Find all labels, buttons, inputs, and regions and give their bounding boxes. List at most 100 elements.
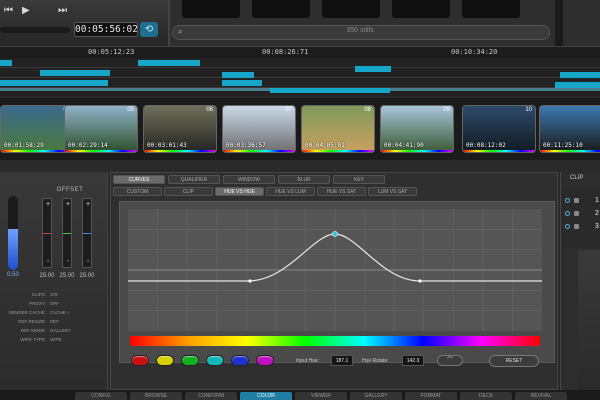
swatch-red[interactable]: [131, 355, 149, 366]
timecode-display: 00:05:56:02: [74, 22, 138, 37]
offset-slider-green[interactable]: + -: [62, 198, 72, 268]
prev-icon[interactable]: ⏮: [4, 5, 13, 16]
curve-tab-custom[interactable]: CUSTOM: [113, 187, 162, 196]
curve-shape-button[interactable]: ⌒: [437, 355, 463, 366]
swatch-cyan[interactable]: [206, 355, 224, 366]
hue-rotate-field[interactable]: 142.3: [402, 355, 424, 366]
clip-timecode: 00:03:01:43: [147, 142, 187, 149]
still-slot[interactable]: [392, 0, 450, 18]
minus-icon[interactable]: -: [63, 257, 73, 266]
play-icon[interactable]: ▶: [22, 5, 30, 16]
plus-icon[interactable]: +: [43, 200, 53, 209]
reset-button[interactable]: RESET: [489, 355, 539, 367]
tab-key[interactable]: KEY: [333, 175, 385, 184]
plus-icon[interactable]: +: [83, 200, 93, 209]
nav-tab-color[interactable]: COLOR: [240, 392, 292, 400]
offset-slider-red[interactable]: + -: [42, 198, 52, 268]
radio-icon[interactable]: [565, 211, 570, 216]
info-key: REF RESIZE:: [18, 319, 46, 324]
lock-icon[interactable]: [574, 198, 579, 203]
clip-panel-scrollbar[interactable]: [578, 250, 600, 390]
still-slot[interactable]: [322, 0, 380, 18]
nav-tab-browse[interactable]: BROWSE: [130, 392, 182, 400]
radio-icon[interactable]: [565, 198, 570, 203]
clip-number: 08: [364, 107, 371, 113]
info-value: CACHE +: [50, 310, 70, 315]
offset-slider-blue[interactable]: + -: [82, 198, 92, 268]
swatch-blue[interactable]: [231, 355, 249, 366]
clip-timecode: 00:04:05:01: [305, 142, 345, 149]
minus-icon[interactable]: -: [43, 257, 53, 266]
curve-point-selected[interactable]: [332, 231, 338, 237]
lock-icon[interactable]: [574, 211, 579, 216]
timeline-track[interactable]: [0, 58, 600, 96]
clip-thumbnail[interactable]: 10 00:08:12:02: [462, 105, 536, 153]
clip-thumbnail[interactable]: 05 00:02:29:14: [64, 105, 138, 153]
master-level-slider[interactable]: [8, 196, 18, 270]
curve-tab-hue-vs-hue[interactable]: HUE VS HUE: [215, 187, 264, 196]
stills-count: 350 stills: [346, 27, 374, 34]
clip-row[interactable]: 1: [563, 196, 600, 206]
clip-thumbnail[interactable]: 1100:11:25:10: [539, 105, 600, 153]
tab-blur[interactable]: BLUR: [278, 175, 330, 184]
next-icon[interactable]: ⏭: [58, 5, 67, 16]
info-value: OFF: [50, 301, 59, 306]
clip-row-number: 3: [595, 223, 599, 230]
nav-tab-deck[interactable]: DECK: [460, 392, 512, 400]
still-slot[interactable]: [182, 0, 240, 18]
input-hue-label: Input Hue:: [296, 358, 320, 364]
tab-curves[interactable]: CURVES: [113, 175, 165, 184]
lock-icon[interactable]: [574, 224, 579, 229]
nav-tab-revival[interactable]: REVIVAL: [515, 392, 567, 400]
nav-tab-format[interactable]: FORMAT: [405, 392, 457, 400]
curve-tab-hue-vs-sat[interactable]: HUE VS SAT: [317, 187, 366, 196]
stills-scrollbar[interactable]: [555, 0, 563, 46]
clip-thumbnail[interactable]: 0400:01:58:29: [0, 105, 74, 153]
nav-tab-config[interactable]: CONFIG: [75, 392, 127, 400]
plus-icon[interactable]: +: [63, 200, 73, 209]
tab-qualifier[interactable]: QUALIFIER: [168, 175, 220, 184]
swatch-green[interactable]: [181, 355, 199, 366]
loop-button[interactable]: ⟲: [140, 22, 158, 37]
clip-number: 07: [285, 107, 292, 113]
offset-value-red: 25.00: [39, 273, 55, 279]
still-slot[interactable]: [252, 0, 310, 18]
info-value: REF: [50, 319, 59, 324]
nav-tab-gallery[interactable]: GALLERY: [350, 392, 402, 400]
nav-tab-conform[interactable]: CONFORM: [185, 392, 237, 400]
offset-label: OFFSET: [56, 187, 84, 193]
master-level-fill: [8, 229, 18, 270]
hue-rotate-label: Hue Rotate:: [362, 358, 389, 364]
search-icon[interactable]: ⌕: [178, 27, 182, 37]
still-slot[interactable]: [462, 0, 520, 18]
clip-thumbnail[interactable]: 09 00:04:41:90: [380, 105, 454, 153]
hue-vs-hue-curve-graph[interactable]: [128, 209, 542, 331]
tab-window[interactable]: WINDOW: [223, 175, 275, 184]
ruler-mark: 00:05:12:23: [88, 48, 135, 56]
curve-tab-lum-vs-sat[interactable]: LUM VS SAT: [368, 187, 417, 196]
swatch-yellow[interactable]: [156, 355, 174, 366]
minus-icon[interactable]: -: [83, 257, 93, 266]
color-strip: [540, 150, 600, 152]
swatch-magenta[interactable]: [256, 355, 274, 366]
clip-thumbnail[interactable]: 07 00:03:36:57: [222, 105, 296, 153]
radio-icon[interactable]: [565, 224, 570, 229]
info-key: WIPE TYPE:: [20, 337, 46, 342]
timeline-ruler[interactable]: 00:05:12:23 00:08:26:71 00:10:34:20: [0, 46, 600, 58]
info-key: REF MODE:: [20, 328, 46, 333]
curve-tab-clip[interactable]: CLIP: [164, 187, 213, 196]
info-key: PROXY:: [29, 301, 46, 306]
clip-thumbnail[interactable]: 08 00:04:05:01: [301, 105, 375, 153]
curve-point[interactable]: [248, 279, 252, 283]
clip-tab[interactable]: CLIP: [570, 175, 600, 185]
clip-row[interactable]: 3: [563, 222, 600, 232]
curve-point[interactable]: [418, 279, 422, 283]
nav-tab-viewer[interactable]: VIEWER: [295, 392, 347, 400]
curve-tab-hue-vs-lum[interactable]: HUE VS LUM: [266, 187, 315, 196]
clip-row[interactable]: 2: [563, 209, 600, 219]
ruler-mark: 00:08:26:71: [262, 48, 309, 56]
jog-slider[interactable]: [0, 27, 70, 33]
color-strip: [144, 150, 216, 152]
clip-thumbnail[interactable]: 06 00:03:01:43: [143, 105, 217, 153]
input-hue-field[interactable]: 187.1: [331, 355, 353, 366]
